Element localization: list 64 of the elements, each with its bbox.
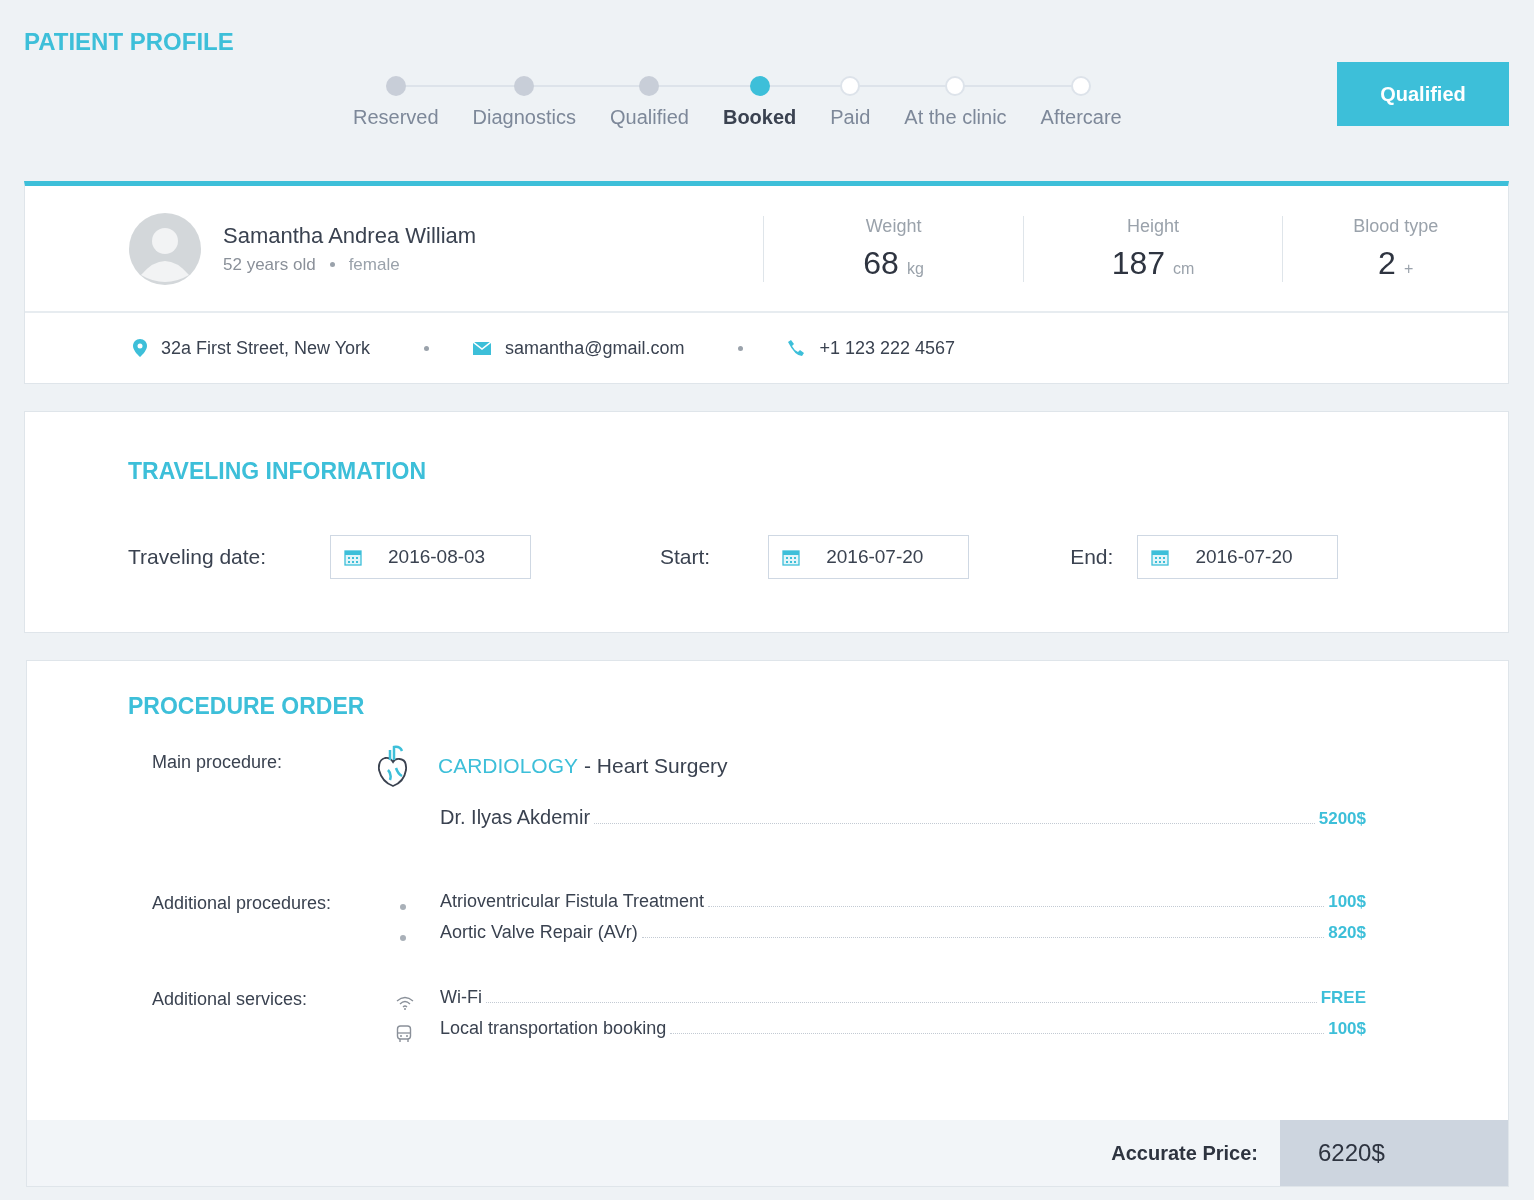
field-label: Traveling date: — [128, 545, 268, 569]
price-text: 100$ — [1328, 1019, 1366, 1039]
stat-label: Weight — [865, 215, 922, 237]
avatar-icon — [129, 212, 201, 285]
step-label[interactable]: Paid — [830, 106, 871, 129]
envelope-icon — [473, 341, 492, 355]
stat-label: Blood type — [1353, 215, 1439, 237]
price-text: 100$ — [1328, 892, 1366, 912]
patient-age: 52 years old — [223, 254, 316, 275]
price-text: 820$ — [1328, 923, 1366, 943]
section-title: TRAVELING INFORMATION — [128, 458, 428, 485]
phone-icon — [787, 339, 806, 357]
heart-icon — [376, 744, 410, 788]
step-label[interactable]: At the clinic — [904, 106, 1007, 129]
separator-dot — [738, 345, 744, 351]
separator-dot — [329, 262, 335, 267]
service-item: Wi-Fi — [440, 987, 482, 1008]
service-item: Local transportation booking — [440, 1018, 667, 1039]
bullet-dot — [400, 903, 406, 910]
stat-unit: kg — [906, 259, 924, 278]
specialty-text: CARDIOLOGY — [438, 754, 579, 778]
calendar-icon — [782, 548, 801, 566]
step-label[interactable]: Reserved — [353, 106, 439, 129]
stat-unit: cm — [1173, 259, 1195, 278]
stat-value: 2 — [1378, 244, 1396, 282]
group-label: Additional services: — [151, 988, 309, 1011]
patient-name: Samantha Andrea William — [223, 222, 477, 249]
total-price: 6220$ — [1280, 1120, 1508, 1186]
doctor-name: Dr. Ilyas Akdemir — [440, 806, 591, 829]
bullet-dot — [400, 934, 406, 941]
stat-unit: + — [1403, 259, 1414, 278]
wifi-icon — [396, 995, 414, 1010]
step-label[interactable]: Diagnostics — [472, 106, 576, 129]
date-field[interactable]: 2016-07-20 — [1137, 535, 1339, 579]
calendar-icon — [344, 548, 362, 566]
step-label[interactable]: Qualified — [610, 106, 689, 129]
field-label: Start: — [660, 545, 711, 569]
section-title: PROCEDURE ORDER — [128, 693, 366, 720]
location-pin-icon — [133, 339, 147, 357]
date-field[interactable]: 2016-08-03 — [330, 535, 531, 579]
field-label: End: — [1070, 545, 1114, 569]
bus-icon — [396, 1024, 412, 1043]
page-title: PATIENT PROFILE — [24, 28, 234, 56]
group-label: Additional procedures: — [151, 892, 333, 915]
phone-text: +1 123 222 4567 — [819, 337, 956, 359]
status-button[interactable]: Qualified — [1337, 62, 1509, 126]
address-text: 32a First Street, New York — [161, 337, 371, 359]
calendar-icon — [1151, 548, 1170, 566]
group-label: Main procedure: — [151, 751, 284, 774]
procedure-item: Aortic Valve Repair (AVr) — [440, 922, 638, 943]
step-label[interactable]: Aftercare — [1040, 106, 1122, 129]
email-text: samantha@gmail.com — [505, 337, 685, 359]
date-field[interactable]: 2016-07-20 — [768, 535, 970, 579]
stat-value: 68 — [863, 244, 899, 282]
price-text: FREE — [1320, 988, 1366, 1008]
procedure-name: - Heart Surgery — [584, 754, 728, 778]
stat-value: 187 — [1111, 244, 1166, 282]
procedure-item: Atrioventricular Fistula Treatment — [440, 891, 705, 912]
step-label[interactable]: Booked — [722, 106, 797, 129]
patient-gender: female — [348, 254, 400, 275]
separator-dot — [424, 345, 430, 351]
price-text: 5200$ — [1318, 809, 1366, 829]
total-label: Accurate Price: — [1111, 1141, 1258, 1165]
stat-label: Height — [1127, 215, 1180, 237]
